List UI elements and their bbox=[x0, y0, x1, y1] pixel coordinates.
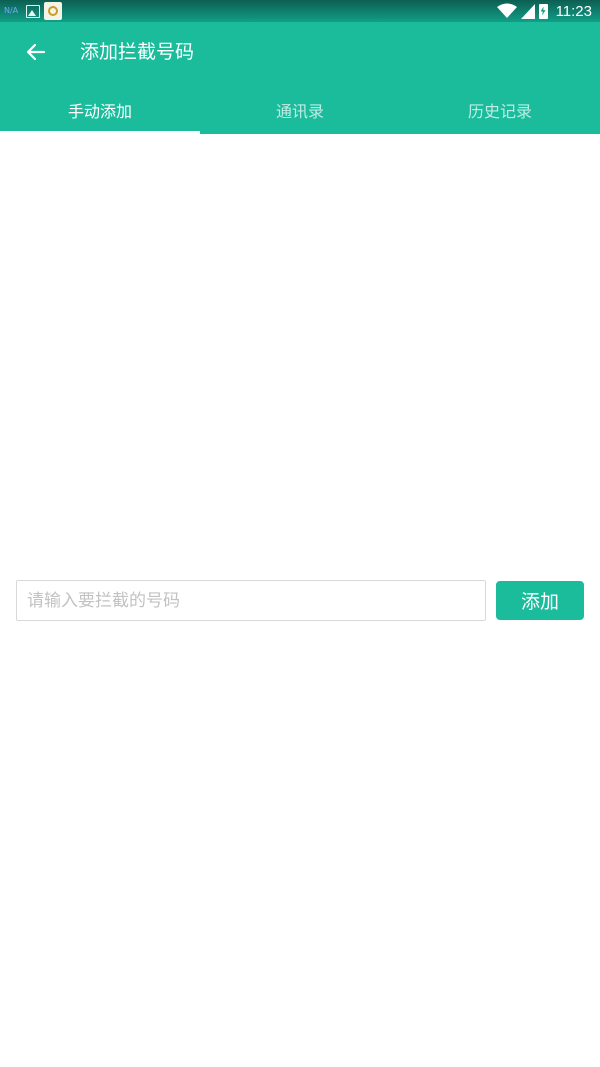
image-notification-icon bbox=[26, 4, 40, 18]
signal-icon bbox=[520, 3, 535, 19]
status-time: 11:23 bbox=[555, 2, 592, 20]
manual-add-panel: 添加 bbox=[0, 134, 600, 1067]
tab-history[interactable]: 历史记录 bbox=[400, 86, 600, 134]
wifi-icon bbox=[496, 3, 517, 18]
nfc-label: N/A bbox=[4, 6, 19, 15]
notification-area: N/A bbox=[4, 1, 62, 21]
arrow-left-icon bbox=[26, 43, 46, 61]
app-notification-icon bbox=[44, 2, 62, 20]
status-bar: N/A 11:23 bbox=[0, 0, 600, 22]
back-button[interactable] bbox=[20, 36, 52, 68]
tab-contacts[interactable]: 通讯录 bbox=[200, 86, 400, 134]
page-title: 添加拦截号码 bbox=[80, 41, 195, 63]
tab-bar: 手动添加 通讯录 历史记录 bbox=[0, 86, 600, 134]
number-input[interactable] bbox=[16, 580, 486, 621]
add-number-form: 添加 bbox=[16, 580, 584, 621]
battery-charging-icon bbox=[538, 3, 548, 19]
system-icons: 11:23 bbox=[496, 0, 592, 22]
tab-manual-add[interactable]: 手动添加 bbox=[0, 86, 200, 134]
app-bar: 添加拦截号码 手动添加 通讯录 历史记录 bbox=[0, 22, 600, 134]
add-button[interactable]: 添加 bbox=[496, 581, 584, 620]
